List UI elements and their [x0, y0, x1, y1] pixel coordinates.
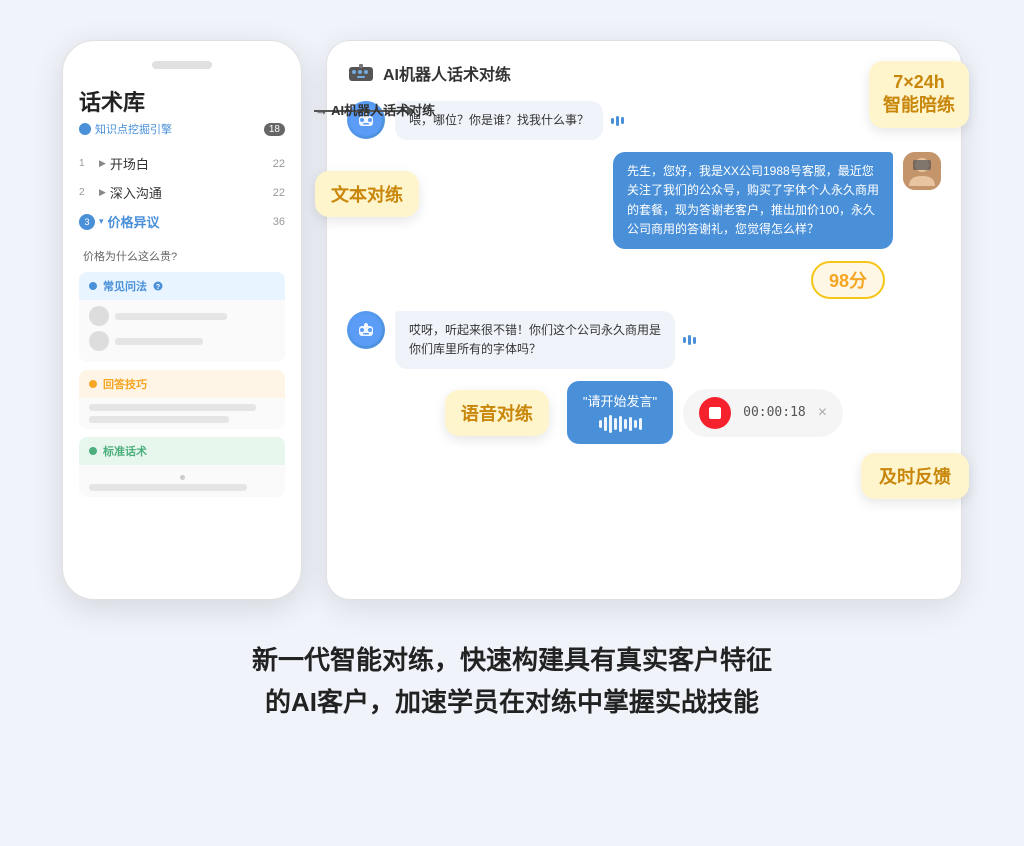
wave-7	[629, 417, 632, 431]
subtitle-text: 知识点挖掘引擎	[95, 121, 172, 137]
stop-icon	[709, 407, 721, 419]
faq-dot	[89, 282, 97, 290]
wave-9	[639, 418, 642, 430]
avatar-1	[89, 306, 109, 326]
human-avatar	[903, 152, 941, 190]
faq-content	[79, 300, 285, 362]
menu-num-1: 1	[79, 158, 95, 169]
menu-count-2: 22	[273, 187, 285, 199]
menu-label-2: 深入沟通	[110, 183, 269, 202]
tagline-line2: 的AI客户，加速学员在对练中掌握实战技能	[252, 682, 772, 724]
msg-row-2: 先生，您好，我是XX公司1988号客服，最近您关注了我们的公众号，购买了字体个人…	[347, 152, 941, 249]
menu-item-3[interactable]: 3 ▾ 价格异议 36	[79, 207, 285, 236]
tips-content	[79, 398, 285, 429]
menu-arrow-3: ▾	[99, 216, 104, 227]
menu-list: 1 ▶ 开场白 22 2 ▶ 深入沟通 22 3 ▾ 价格异议 36	[79, 149, 285, 236]
waveform	[583, 414, 657, 434]
tagline-line1: 新一代智能对练，快速构建具有真实客户特征	[252, 640, 772, 682]
faq-label: 常见问法	[103, 278, 147, 294]
sound-bar-3	[621, 117, 624, 124]
wave-5	[619, 416, 622, 432]
menu-label-1: 开场白	[110, 154, 269, 173]
msg-bubble-3: 哎呀，听起来很不错！你们这个公司永久商用是你们库里所有的字体吗？	[395, 311, 675, 369]
phone-notch	[152, 61, 212, 69]
robot-title-icon	[347, 63, 375, 83]
engine-icon	[79, 123, 91, 135]
timer: 00:00:18	[743, 405, 806, 420]
faq-row-2	[89, 331, 275, 351]
menu-label-3: 价格异议	[108, 212, 269, 231]
stop-button[interactable]	[699, 397, 731, 429]
wave-4	[614, 418, 617, 430]
wave-6	[624, 419, 627, 429]
standard-dot	[89, 447, 97, 455]
standard-content	[79, 465, 285, 497]
sound-bar-2	[616, 116, 619, 126]
msg-bubble-2: 先生，您好，我是XX公司1988号客服，最近您关注了我们的公众号，购买了字体个人…	[613, 152, 893, 249]
menu-arrow-2: ▶	[99, 187, 106, 198]
tagline: 新一代智能对练，快速构建具有真实客户特征 的AI客户，加速学员在对练中掌握实战技…	[252, 640, 772, 723]
voice-bubble-text: "请开始发言"	[583, 391, 657, 410]
panel-title-row: AI机器人话术对练	[347, 61, 941, 85]
sound-bar-4	[683, 337, 686, 343]
robot-avatar-icon-2	[350, 314, 382, 346]
menu-count-1: 22	[273, 158, 285, 170]
tips-section: 回答技巧	[79, 370, 285, 429]
phone-subtitle: 知识点挖掘引擎 18	[79, 121, 285, 137]
msg-with-sound-2: 哎呀，听起来很不错！你们这个公司永久商用是你们库里所有的字体吗？	[395, 311, 696, 369]
wave-1	[599, 420, 602, 428]
menu-num-2: 2	[79, 187, 95, 198]
msg-row-1: 喂，哪位？你是谁？找我什么事？	[347, 101, 941, 140]
sound-icon-2	[683, 335, 696, 345]
wave-2	[604, 417, 607, 431]
badge-247: 7×24h 智能陪练	[869, 61, 969, 128]
sound-icon-1	[611, 116, 624, 126]
sub-question: 价格为什么这么贵?	[79, 248, 285, 264]
connector-label: → AI机器人话术对练	[315, 100, 435, 119]
svg-text:?: ?	[156, 284, 160, 291]
bullet-1	[180, 475, 185, 480]
sound-bar-5	[688, 335, 691, 345]
sound-bar-1	[611, 118, 614, 124]
phone-mockup: 话术库 知识点挖掘引擎 18 1 ▶ 开场白 22 2 ▶ 深入沟通 22 3 …	[62, 40, 302, 600]
standard-section: 标准话术	[79, 437, 285, 497]
voice-input-row: 语音对练 "请开始发言"	[347, 381, 941, 444]
faq-row-1	[89, 306, 275, 326]
voice-controls: 00:00:18 ×	[683, 389, 843, 437]
badge-feedback: 及时反馈	[861, 453, 969, 499]
standard-header: 标准话术	[79, 437, 285, 465]
sound-bar-6	[693, 337, 696, 344]
bot-avatar-2	[347, 311, 385, 349]
tips-dot	[89, 380, 97, 388]
chat-panel: AI机器人话术对练 7×24h 智能陪练	[326, 40, 962, 600]
avatar-2	[89, 331, 109, 351]
tips-header: 回答技巧	[79, 370, 285, 398]
menu-item-2[interactable]: 2 ▶ 深入沟通 22	[79, 178, 285, 207]
badge-text-practice: 文本对练	[315, 171, 419, 217]
human-avatar-icon	[903, 152, 941, 190]
menu-count-3: 36	[273, 216, 285, 228]
chat-area: 喂，哪位？你是谁？找我什么事？ 文本对练	[347, 101, 941, 444]
question-icon: ?	[153, 281, 163, 291]
faq-header: 常见问法 ?	[79, 272, 285, 300]
phone-title: 话术库	[79, 85, 285, 117]
wave-3	[609, 415, 612, 433]
badge-count: 18	[264, 123, 285, 136]
badge-voice-practice: 语音对练	[445, 390, 549, 436]
faq-section: 常见问法 ?	[79, 272, 285, 362]
score-badge: 98分	[811, 261, 885, 299]
tips-label: 回答技巧	[103, 376, 147, 392]
voice-bubble: "请开始发言"	[567, 381, 673, 444]
standard-label: 标准话术	[103, 443, 147, 459]
msg-row-3: 哎呀，听起来很不错！你们这个公司永久商用是你们库里所有的字体吗？	[347, 311, 941, 369]
panel-title: AI机器人话术对练	[383, 61, 511, 85]
menu-arrow-1: ▶	[99, 158, 106, 169]
wave-8	[634, 420, 637, 428]
score-row: 98分	[347, 261, 941, 299]
menu-num-3: 3	[79, 214, 95, 230]
menu-item-1[interactable]: 1 ▶ 开场白 22	[79, 149, 285, 178]
close-button[interactable]: ×	[818, 404, 827, 422]
